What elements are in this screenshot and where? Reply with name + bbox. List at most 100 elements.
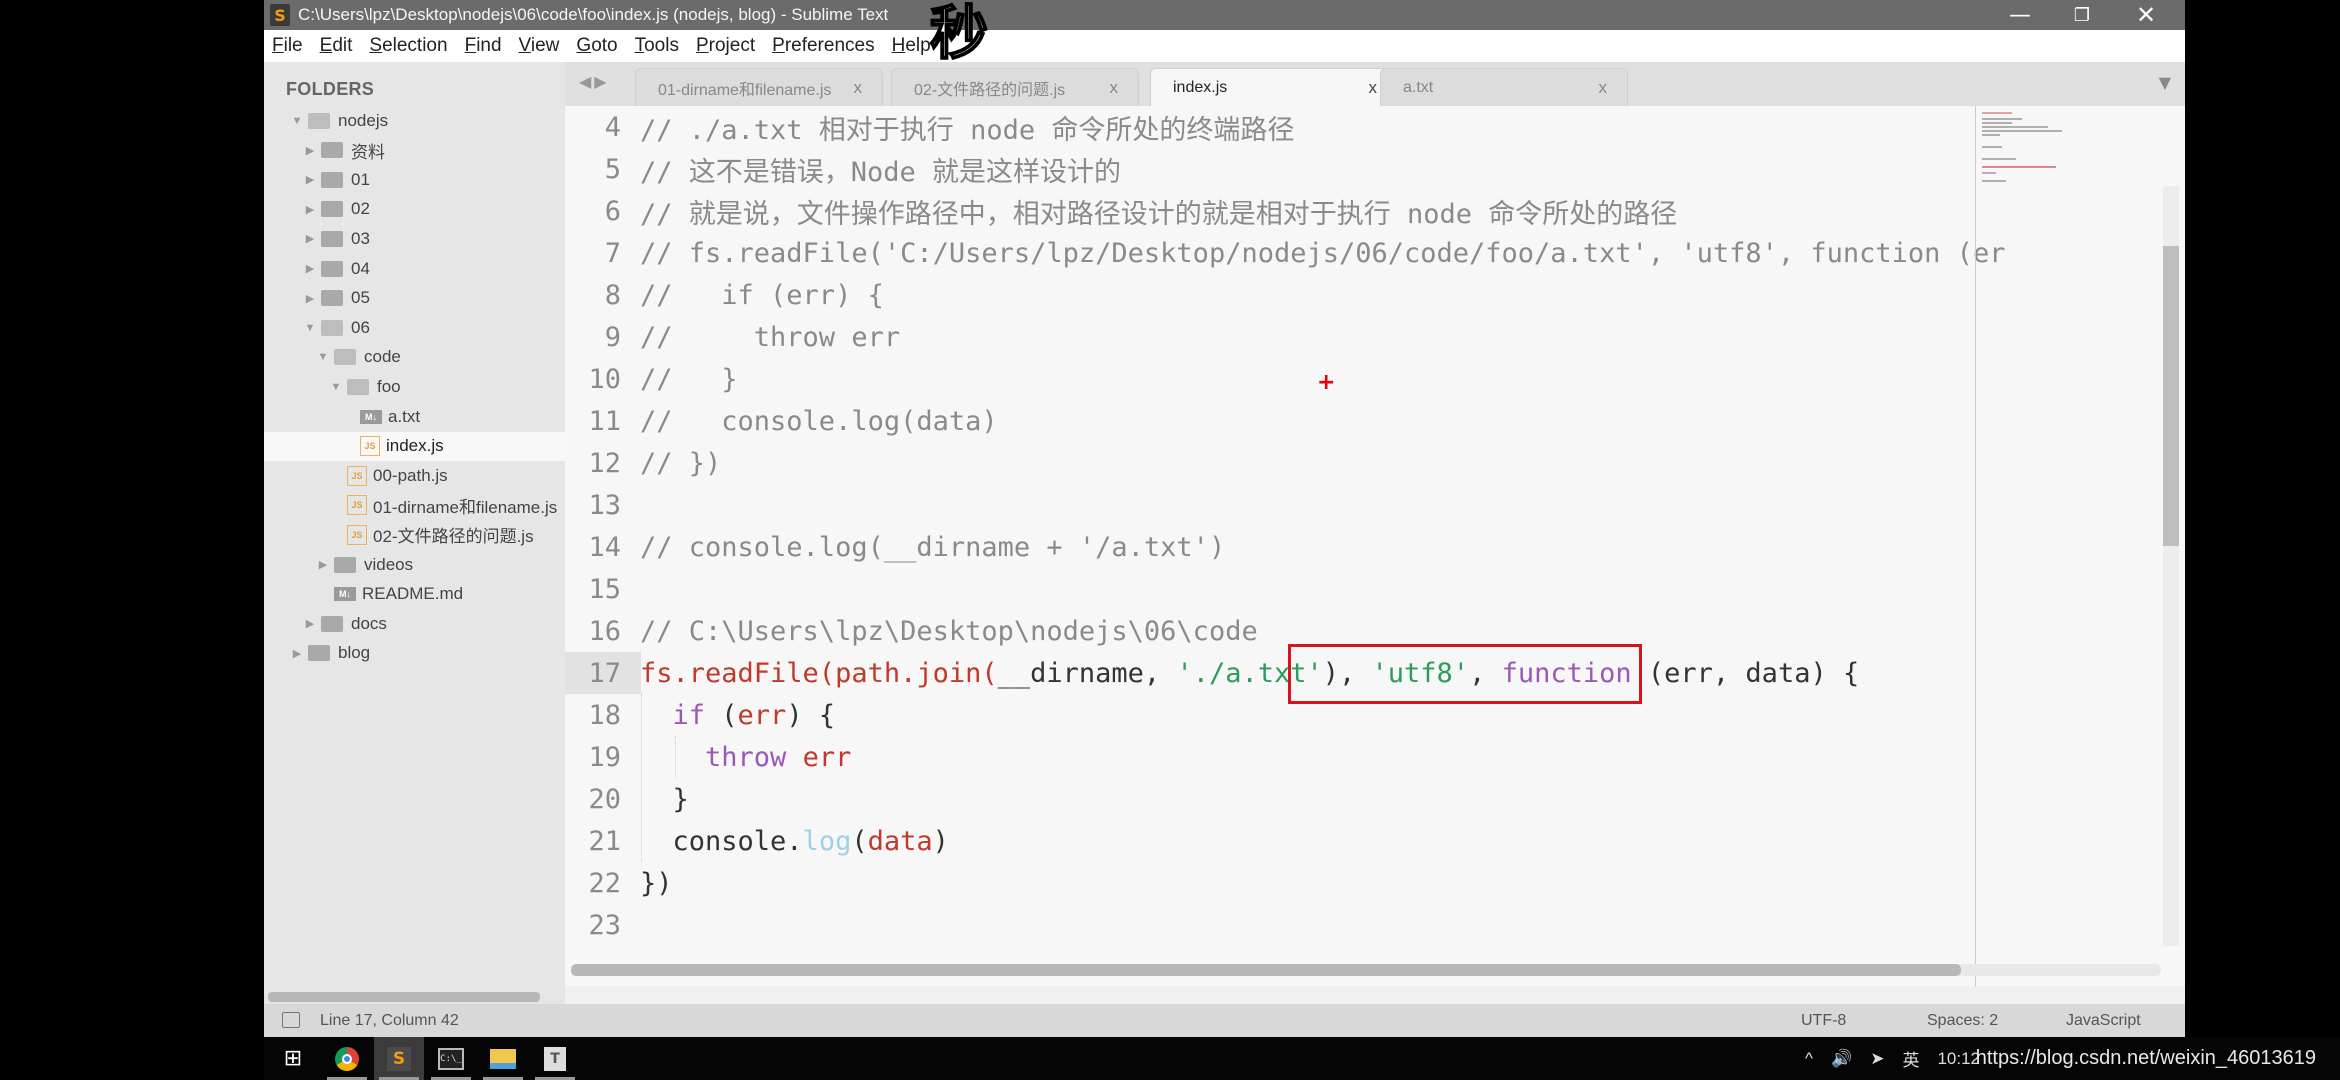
chevron-right-icon[interactable]: ▶ xyxy=(303,232,317,245)
ime-indicator[interactable]: 英 xyxy=(1902,1046,1919,1071)
chevron-right-icon[interactable]: ▶ xyxy=(303,144,317,157)
horizontal-scrollbar-thumb[interactable] xyxy=(571,964,1961,976)
chevron-right-icon[interactable]: ▶ xyxy=(303,173,317,186)
code-token: log xyxy=(802,825,852,857)
taskbar-chrome[interactable] xyxy=(322,1037,372,1080)
code-token: ) xyxy=(932,825,949,857)
menu-project[interactable]: Project xyxy=(696,35,755,57)
title-bar[interactable]: S C:\Users\lpz\Desktop\nodejs\06\code\fo… xyxy=(264,0,2185,30)
code-token: // }) xyxy=(640,447,722,479)
vertical-scrollbar-thumb[interactable] xyxy=(2163,246,2179,546)
chevron-up-icon[interactable]: ^ xyxy=(1805,1049,1813,1069)
sidebar-item[interactable]: ▶ 05 xyxy=(264,284,565,313)
tab-02-path-problem[interactable]: 02-文件路径的问题.js x xyxy=(891,68,1139,106)
sidebar-item[interactable]: JS index.js xyxy=(264,431,565,461)
chevron-right-icon[interactable]: ▶ xyxy=(303,617,317,630)
taskbar-typora[interactable]: T xyxy=(530,1037,580,1080)
line-number: 17 xyxy=(588,657,621,689)
tab-a-txt[interactable]: a.txt x xyxy=(1380,68,1628,106)
horizontal-scrollbar[interactable] xyxy=(571,964,2161,976)
maximize-button[interactable]: ❐ xyxy=(2051,0,2113,30)
windows-logo-icon: ⊞ xyxy=(283,1046,303,1071)
chevron-right-icon[interactable]: ▶ xyxy=(303,292,317,305)
sidebar-item[interactable]: M↓ a.txt xyxy=(264,402,565,431)
sidebar-item-label: 02 xyxy=(351,199,370,219)
sidebar-item[interactable]: ▶ blog xyxy=(264,639,565,668)
minimap-line xyxy=(1982,166,2056,168)
tab-01-dirname[interactable]: 01-dirname和filename.js x xyxy=(635,68,883,106)
tab-close-icon[interactable]: x xyxy=(1110,78,1119,98)
sidebar-item[interactable]: ▶ 01 xyxy=(264,165,565,194)
sidebar-item[interactable]: M↓ README.md xyxy=(264,580,565,609)
syntax-mode[interactable]: JavaScript xyxy=(2066,1012,2141,1030)
line-number: 22 xyxy=(588,867,621,899)
sidebar-item[interactable]: ▼ nodejs xyxy=(264,106,565,135)
code-token: ( xyxy=(705,699,738,731)
menu-help[interactable]: Help xyxy=(892,35,931,57)
code-token: // 这不是错误，Node 就是这样设计的 xyxy=(640,156,1122,188)
line-number: 18 xyxy=(588,699,621,731)
taskbar: ⊞ S C:\_ T ^ 🔊 ➤ 英 10:12 https://blog.cs… xyxy=(264,1037,2340,1080)
chevron-down-icon[interactable]: ▼ xyxy=(329,381,343,393)
sidebar-item[interactable]: ▶ 03 xyxy=(264,224,565,253)
indentation-setting[interactable]: Spaces: 2 xyxy=(1927,1012,1998,1030)
tab-list-dropdown-icon[interactable]: ▼ xyxy=(2159,73,2171,92)
line-number: 4 xyxy=(604,111,621,143)
panel-toggle-icon[interactable] xyxy=(282,1012,300,1028)
tab-navigation-arrows[interactable]: ◀▶ xyxy=(579,72,610,91)
status-bar: Line 17, Column 42 UTF-8 Spaces: 2 JavaS… xyxy=(264,1004,2185,1037)
sidebar-horizontal-scrollbar[interactable] xyxy=(268,992,540,1002)
network-icon[interactable]: ➤ xyxy=(1870,1049,1884,1069)
js-file-icon: JS xyxy=(347,465,367,486)
sidebar-item[interactable]: ▶ 资料 xyxy=(264,136,565,165)
code-line: 16 // C:\Users\lpz\Desktop\nodejs\06\code xyxy=(565,610,1257,652)
code-editor[interactable]: 4 // ./a.txt 相对于执行 node 命令所处的终端路径 5 // 这不是错… xyxy=(565,106,2185,986)
menu-selection[interactable]: Selection xyxy=(369,35,447,57)
clock[interactable]: 10:12 xyxy=(1937,1049,1980,1069)
menu-view[interactable]: View xyxy=(519,35,560,57)
start-button[interactable]: ⊞ xyxy=(268,1037,318,1080)
sidebar-item[interactable]: ▼ 06 xyxy=(264,313,565,342)
sidebar-item[interactable]: ▼ foo xyxy=(264,372,565,401)
menu-edit[interactable]: Edit xyxy=(320,35,353,57)
chevron-right-icon[interactable]: ▶ xyxy=(303,262,317,275)
chevron-down-icon[interactable]: ▼ xyxy=(290,115,304,127)
code-token: } xyxy=(640,783,689,815)
sidebar-item[interactable]: ▶ 04 xyxy=(264,254,565,283)
line-number: 16 xyxy=(588,615,621,647)
chevron-right-icon[interactable]: ▶ xyxy=(303,203,317,216)
sidebar-item[interactable]: ▶ docs xyxy=(264,609,565,638)
sidebar-item[interactable]: JS 01-dirname和filename.js xyxy=(264,491,565,520)
sidebar-item[interactable]: ▶ videos xyxy=(264,550,565,579)
sidebar-item[interactable]: JS 00-path.js xyxy=(264,461,565,490)
taskbar-sublime[interactable]: S xyxy=(374,1037,424,1080)
chrome-icon xyxy=(335,1046,359,1071)
chevron-right-icon[interactable]: ▶ xyxy=(290,647,304,660)
chevron-down-icon[interactable]: ▼ xyxy=(303,322,317,334)
sidebar-item[interactable]: JS 02-文件路径的问题.js xyxy=(264,520,565,549)
tab-close-icon[interactable]: x xyxy=(1369,78,1378,98)
file-encoding[interactable]: UTF-8 xyxy=(1801,1012,1846,1030)
taskbar-file-explorer[interactable] xyxy=(478,1037,528,1080)
chevron-down-icon[interactable]: ▼ xyxy=(316,351,330,363)
tab-index-js[interactable]: index.js x xyxy=(1150,68,1398,106)
volume-icon[interactable]: 🔊 xyxy=(1831,1049,1852,1069)
minimap[interactable] xyxy=(1975,106,2075,986)
menu-tools[interactable]: Tools xyxy=(635,35,679,57)
menu-preferences[interactable]: Preferences xyxy=(772,35,874,57)
sidebar-item[interactable]: ▶ 02 xyxy=(264,195,565,224)
folder-icon xyxy=(321,142,343,159)
taskbar-cmd[interactable]: C:\_ xyxy=(426,1037,476,1080)
minimize-button[interactable]: — xyxy=(1989,0,2051,30)
sidebar-item[interactable]: ▼ code xyxy=(264,343,565,372)
tab-close-icon[interactable]: x xyxy=(1599,78,1608,98)
vertical-scrollbar[interactable] xyxy=(2163,186,2179,946)
menu-find[interactable]: Find xyxy=(465,35,502,57)
sidebar-item-label: 00-path.js xyxy=(373,465,448,485)
close-button[interactable]: ✕ xyxy=(2115,0,2177,30)
menu-goto[interactable]: Goto xyxy=(576,35,617,57)
menu-file[interactable]: File xyxy=(272,35,303,57)
sidebar-item-label: 资料 xyxy=(351,142,385,162)
tab-close-icon[interactable]: x xyxy=(854,78,863,98)
chevron-right-icon[interactable]: ▶ xyxy=(316,558,330,571)
